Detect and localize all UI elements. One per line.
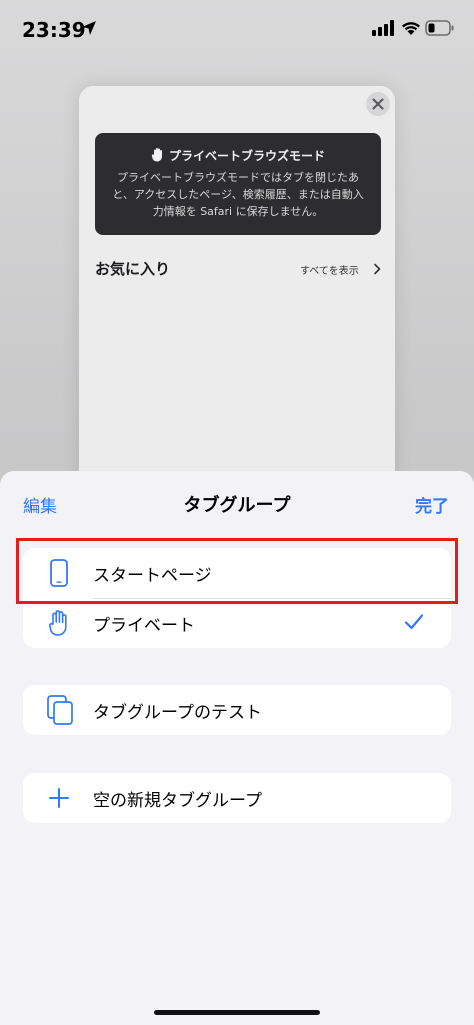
new-tab-group-list: 空の新規タブグループ: [23, 773, 451, 823]
chevron-right-icon: [374, 263, 381, 275]
close-tab-button[interactable]: [366, 92, 390, 116]
favorites-title: お気に入り: [95, 260, 171, 278]
show-all-link[interactable]: すべてを表示: [300, 262, 359, 277]
cellular-signal-icon: [372, 20, 394, 36]
tab-group-label: タブグループのテスト: [93, 703, 262, 723]
battery-icon: [425, 20, 454, 36]
close-icon: [372, 98, 384, 110]
tab-group-row-test[interactable]: タブグループのテスト: [23, 685, 451, 735]
wifi-icon: [402, 22, 420, 35]
private-browsing-notice: プライベートブラウズモード プライベートブラウズモードではタブを閉じたあと、アク…: [95, 133, 381, 235]
new-empty-tab-group-button[interactable]: 空の新規タブグループ: [23, 773, 451, 823]
tab-group-label: 空の新規タブグループ: [93, 791, 262, 811]
status-time: 23:39: [22, 18, 86, 42]
highlight-box: [16, 538, 458, 604]
done-button[interactable]: 完了: [415, 492, 449, 517]
tab-group-row-private[interactable]: プライベート: [23, 598, 451, 648]
sheet-title: タブグループ: [183, 495, 291, 516]
custom-tab-group-list: タブグループのテスト: [23, 685, 451, 735]
private-notice-title: プライベートブラウズモード: [168, 149, 325, 163]
location-arrow-icon: [82, 21, 96, 35]
plus-icon: [49, 788, 69, 808]
home-indicator[interactable]: [154, 1010, 320, 1015]
checkmark-icon: [404, 614, 424, 630]
status-bar: 23:39: [0, 0, 474, 54]
private-notice-body: プライベートブラウズモードではタブを閉じたあと、アクセスしたページ、検索履歴、ま…: [112, 171, 364, 218]
tabs-icon: [47, 695, 73, 725]
tab-group-label: プライベート: [93, 616, 195, 636]
hand-icon: [49, 610, 67, 636]
